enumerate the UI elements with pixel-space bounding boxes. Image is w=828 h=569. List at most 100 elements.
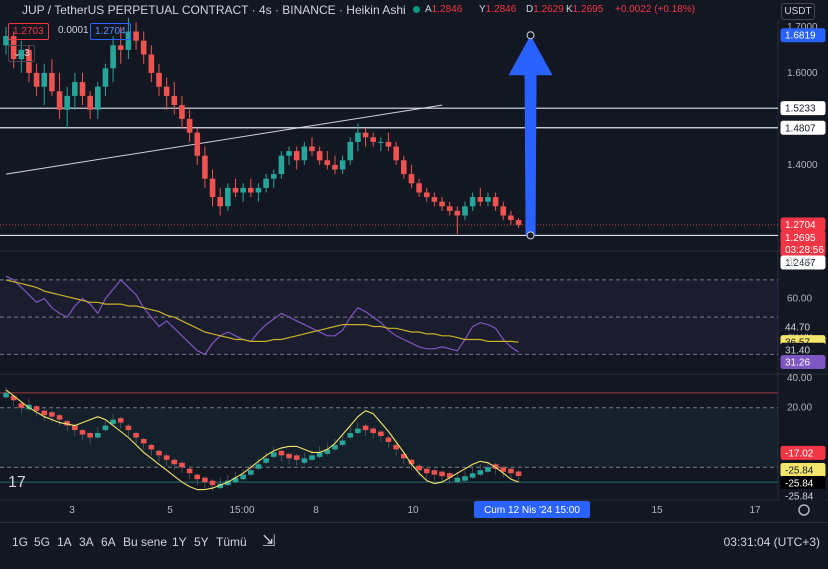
osc-bar bbox=[454, 477, 461, 483]
candle-down bbox=[431, 197, 438, 202]
x-tick-label: 15 bbox=[651, 505, 663, 516]
candle-down bbox=[217, 197, 223, 207]
date-range-icon[interactable]: ⇲ bbox=[262, 531, 275, 551]
sell-button[interactable]: 1.2703 bbox=[8, 23, 49, 40]
osc-bar bbox=[125, 425, 132, 431]
candle-down bbox=[362, 132, 369, 138]
osc-bar bbox=[462, 476, 468, 481]
symbol-title[interactable]: JUP / TetherUS PERPETUAL CONTRACT · 4s ·… bbox=[22, 3, 406, 17]
candle-down bbox=[56, 91, 63, 110]
ohlc-high: Y1.2846 bbox=[479, 4, 517, 15]
candle-up bbox=[286, 151, 292, 156]
candle-down bbox=[232, 187, 239, 193]
candle-down bbox=[370, 137, 376, 142]
candle-down bbox=[194, 132, 201, 156]
price-tag: 1.2695 bbox=[785, 233, 816, 244]
y-tick-label: 40.00 bbox=[787, 373, 812, 384]
candle-down bbox=[117, 45, 124, 50]
osc-bar bbox=[72, 425, 78, 431]
candle-down bbox=[492, 197, 499, 207]
osc-bar bbox=[370, 428, 376, 434]
arrow-handle bbox=[526, 31, 535, 40]
candle-down bbox=[401, 160, 407, 175]
spread-value: 0.0001 bbox=[58, 25, 89, 36]
timeframe-5g[interactable]: 5G bbox=[34, 535, 50, 549]
osc-bar bbox=[255, 464, 262, 469]
candle-down bbox=[186, 118, 193, 133]
chart-header: JUP / TetherUS PERPETUAL CONTRACT · 4s ·… bbox=[0, 0, 778, 20]
candle-down bbox=[385, 141, 392, 147]
candle-down bbox=[87, 95, 93, 110]
market-status-dot bbox=[413, 6, 420, 13]
candle-up bbox=[110, 45, 116, 69]
osc-bar bbox=[393, 444, 399, 450]
candle-down bbox=[49, 72, 55, 92]
osc-bar bbox=[194, 474, 201, 480]
candle-down bbox=[309, 146, 315, 152]
candle-down bbox=[148, 54, 155, 73]
candle-down bbox=[393, 146, 399, 161]
price-tag: -25.84 bbox=[785, 465, 814, 476]
y-tick-label: 1.4000 bbox=[787, 160, 818, 171]
osc-bar bbox=[148, 444, 155, 450]
candle-down bbox=[423, 192, 430, 198]
candle-up bbox=[485, 197, 491, 202]
candle-up bbox=[301, 146, 308, 161]
timeframe-5y[interactable]: 5Y bbox=[194, 535, 209, 549]
candle-down bbox=[163, 86, 170, 96]
price-tag: 1.6819 bbox=[785, 31, 816, 42]
osc-bar bbox=[49, 412, 55, 417]
candle-up bbox=[240, 187, 246, 193]
candle-up bbox=[462, 206, 468, 216]
candle-down bbox=[248, 187, 254, 193]
x-tick-label: 17 bbox=[749, 505, 761, 516]
y-tick-label: 80.00 bbox=[787, 256, 812, 267]
candle-down bbox=[171, 95, 178, 106]
osc-bar bbox=[301, 458, 308, 463]
osc-bar bbox=[117, 418, 124, 423]
candle-up bbox=[255, 187, 262, 193]
osc-bar bbox=[270, 452, 277, 457]
chart-stage[interactable]: 1.7000 1.6000 1.4000 1.6819 1.5233 1.4807 1.27… bbox=[0, 0, 828, 565]
candle-up bbox=[72, 82, 78, 96]
candle-up bbox=[102, 68, 109, 87]
buy-button[interactable]: 1.2704 bbox=[90, 23, 131, 40]
candle-up bbox=[41, 72, 48, 87]
candle-down bbox=[446, 206, 453, 211]
price-tag: 1.4807 bbox=[785, 123, 816, 134]
osc-bar bbox=[423, 468, 430, 474]
indicator-toggle[interactable]: ⌄ 3 bbox=[8, 45, 35, 62]
osc-bar bbox=[133, 433, 139, 438]
timeframe-1y[interactable]: 1Y bbox=[172, 535, 187, 549]
candle-down bbox=[179, 105, 185, 119]
osc-bar bbox=[378, 431, 384, 437]
clock[interactable]: 03:31:04 (UTC+3) bbox=[724, 535, 820, 549]
candle-up bbox=[355, 132, 361, 142]
y-tick-label: 60.00 bbox=[787, 294, 812, 305]
timeframe-3a[interactable]: 3A bbox=[79, 535, 94, 549]
osc-bar bbox=[163, 455, 170, 460]
timeframe-bu-sene[interactable]: Bu sene bbox=[123, 535, 167, 549]
y-tick-label: 1.6000 bbox=[787, 68, 818, 79]
osc-bar bbox=[87, 433, 93, 438]
timeframe-1g[interactable]: 1G bbox=[12, 535, 28, 549]
osc-bar bbox=[179, 462, 185, 468]
ohlc-open: A1.2846 bbox=[425, 4, 463, 15]
candle-up bbox=[347, 141, 354, 161]
candle-down bbox=[79, 82, 86, 96]
currency-selector[interactable]: USDT bbox=[781, 3, 815, 20]
candle-down bbox=[515, 220, 522, 225]
osc-bar bbox=[309, 455, 315, 460]
chart-canvas[interactable]: 1.70001.60001.40001.68191.52331.48071.27… bbox=[0, 0, 828, 564]
candle-down bbox=[477, 197, 484, 202]
timeframe-1a[interactable]: 1A bbox=[57, 535, 72, 549]
osc-bar bbox=[362, 425, 369, 431]
timeframe-tumu[interactable]: Tümü bbox=[216, 535, 247, 549]
osc-bar bbox=[186, 468, 193, 474]
osc-bar bbox=[355, 428, 361, 434]
timeframe-6a[interactable]: 6A bbox=[101, 535, 116, 549]
candle-down bbox=[508, 215, 514, 221]
candle-up bbox=[378, 141, 384, 143]
osc-bar bbox=[33, 406, 40, 411]
candle-up bbox=[339, 160, 346, 170]
